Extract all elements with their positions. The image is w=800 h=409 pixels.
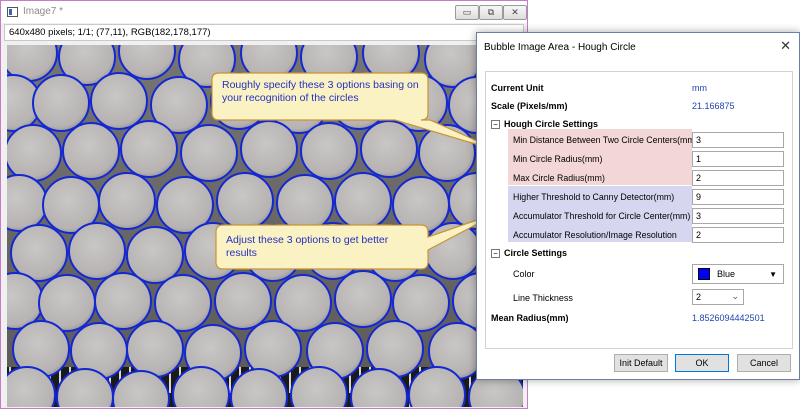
hough-settings-header[interactable]: − Hough Circle Settings	[491, 119, 598, 129]
chevron-down-icon: ⌄	[731, 291, 739, 301]
color-swatch	[698, 268, 710, 280]
ok-button[interactable]: OK	[675, 354, 729, 372]
line-thickness-dropdown[interactable]: 2 ⌄	[692, 289, 744, 305]
dialog-close-icon[interactable]: ✕	[780, 38, 791, 54]
accumulator-threshold-label: Accumulator Threshold for Circle Center(…	[513, 210, 691, 221]
scale-label: Scale (Pixels/mm)	[491, 100, 568, 111]
accumulator-threshold-input[interactable]: 3	[692, 208, 784, 224]
canny-threshold-label: Higher Threshold to Canny Detector(mm)	[513, 191, 675, 202]
circle-settings-header[interactable]: − Circle Settings	[491, 248, 567, 258]
dialog-title: Bubble Image Area - Hough Circle	[484, 42, 636, 53]
hough-circle-dialog: Bubble Image Area - Hough Circle ✕ Curre…	[476, 32, 800, 380]
scale-value: 21.166875	[692, 100, 735, 111]
current-unit-value: mm	[692, 82, 707, 93]
canny-threshold-input[interactable]: 9	[692, 189, 784, 205]
callout-bottom-text: Adjust these 3 options to get better res…	[226, 234, 389, 259]
init-default-button[interactable]: Init Default	[614, 354, 668, 372]
current-unit-label: Current Unit	[491, 82, 544, 93]
circle-settings-label: Circle Settings	[504, 248, 568, 258]
collapse-icon[interactable]: −	[491, 119, 500, 129]
hough-settings-label: Hough Circle Settings	[504, 119, 599, 129]
dialog-settings-panel: Current Unit mm Scale (Pixels/mm) 21.166…	[485, 71, 793, 349]
color-dropdown[interactable]: Blue ▼	[692, 264, 784, 284]
min-distance-label: Min Distance Between Two Circle Centers(…	[513, 134, 698, 145]
color-label: Color	[513, 268, 535, 279]
callout-top-text: Roughly specify these 3 options basing o…	[222, 79, 419, 104]
accumulator-resolution-input[interactable]: 2	[692, 227, 784, 243]
max-radius-label: Max Circle Radius(mm)	[513, 172, 605, 183]
color-value: Blue	[717, 269, 736, 279]
line-thickness-label: Line Thickness	[513, 292, 573, 303]
line-thickness-value: 2	[696, 292, 702, 302]
max-radius-input[interactable]: 2	[692, 170, 784, 186]
mean-radius-label: Mean Radius(mm)	[491, 312, 569, 323]
dropdown-arrow-icon: ▼	[769, 270, 777, 279]
collapse-icon[interactable]: −	[491, 248, 500, 258]
min-radius-label: Min Circle Radius(mm)	[513, 153, 603, 164]
cancel-button[interactable]: Cancel	[737, 354, 791, 372]
min-distance-input[interactable]: 3	[692, 132, 784, 148]
mean-radius-value: 1.8526094442501	[692, 312, 765, 323]
min-radius-input[interactable]: 1	[692, 151, 784, 167]
accumulator-resolution-label: Accumulator Resolution/Image Resolution	[513, 229, 677, 240]
